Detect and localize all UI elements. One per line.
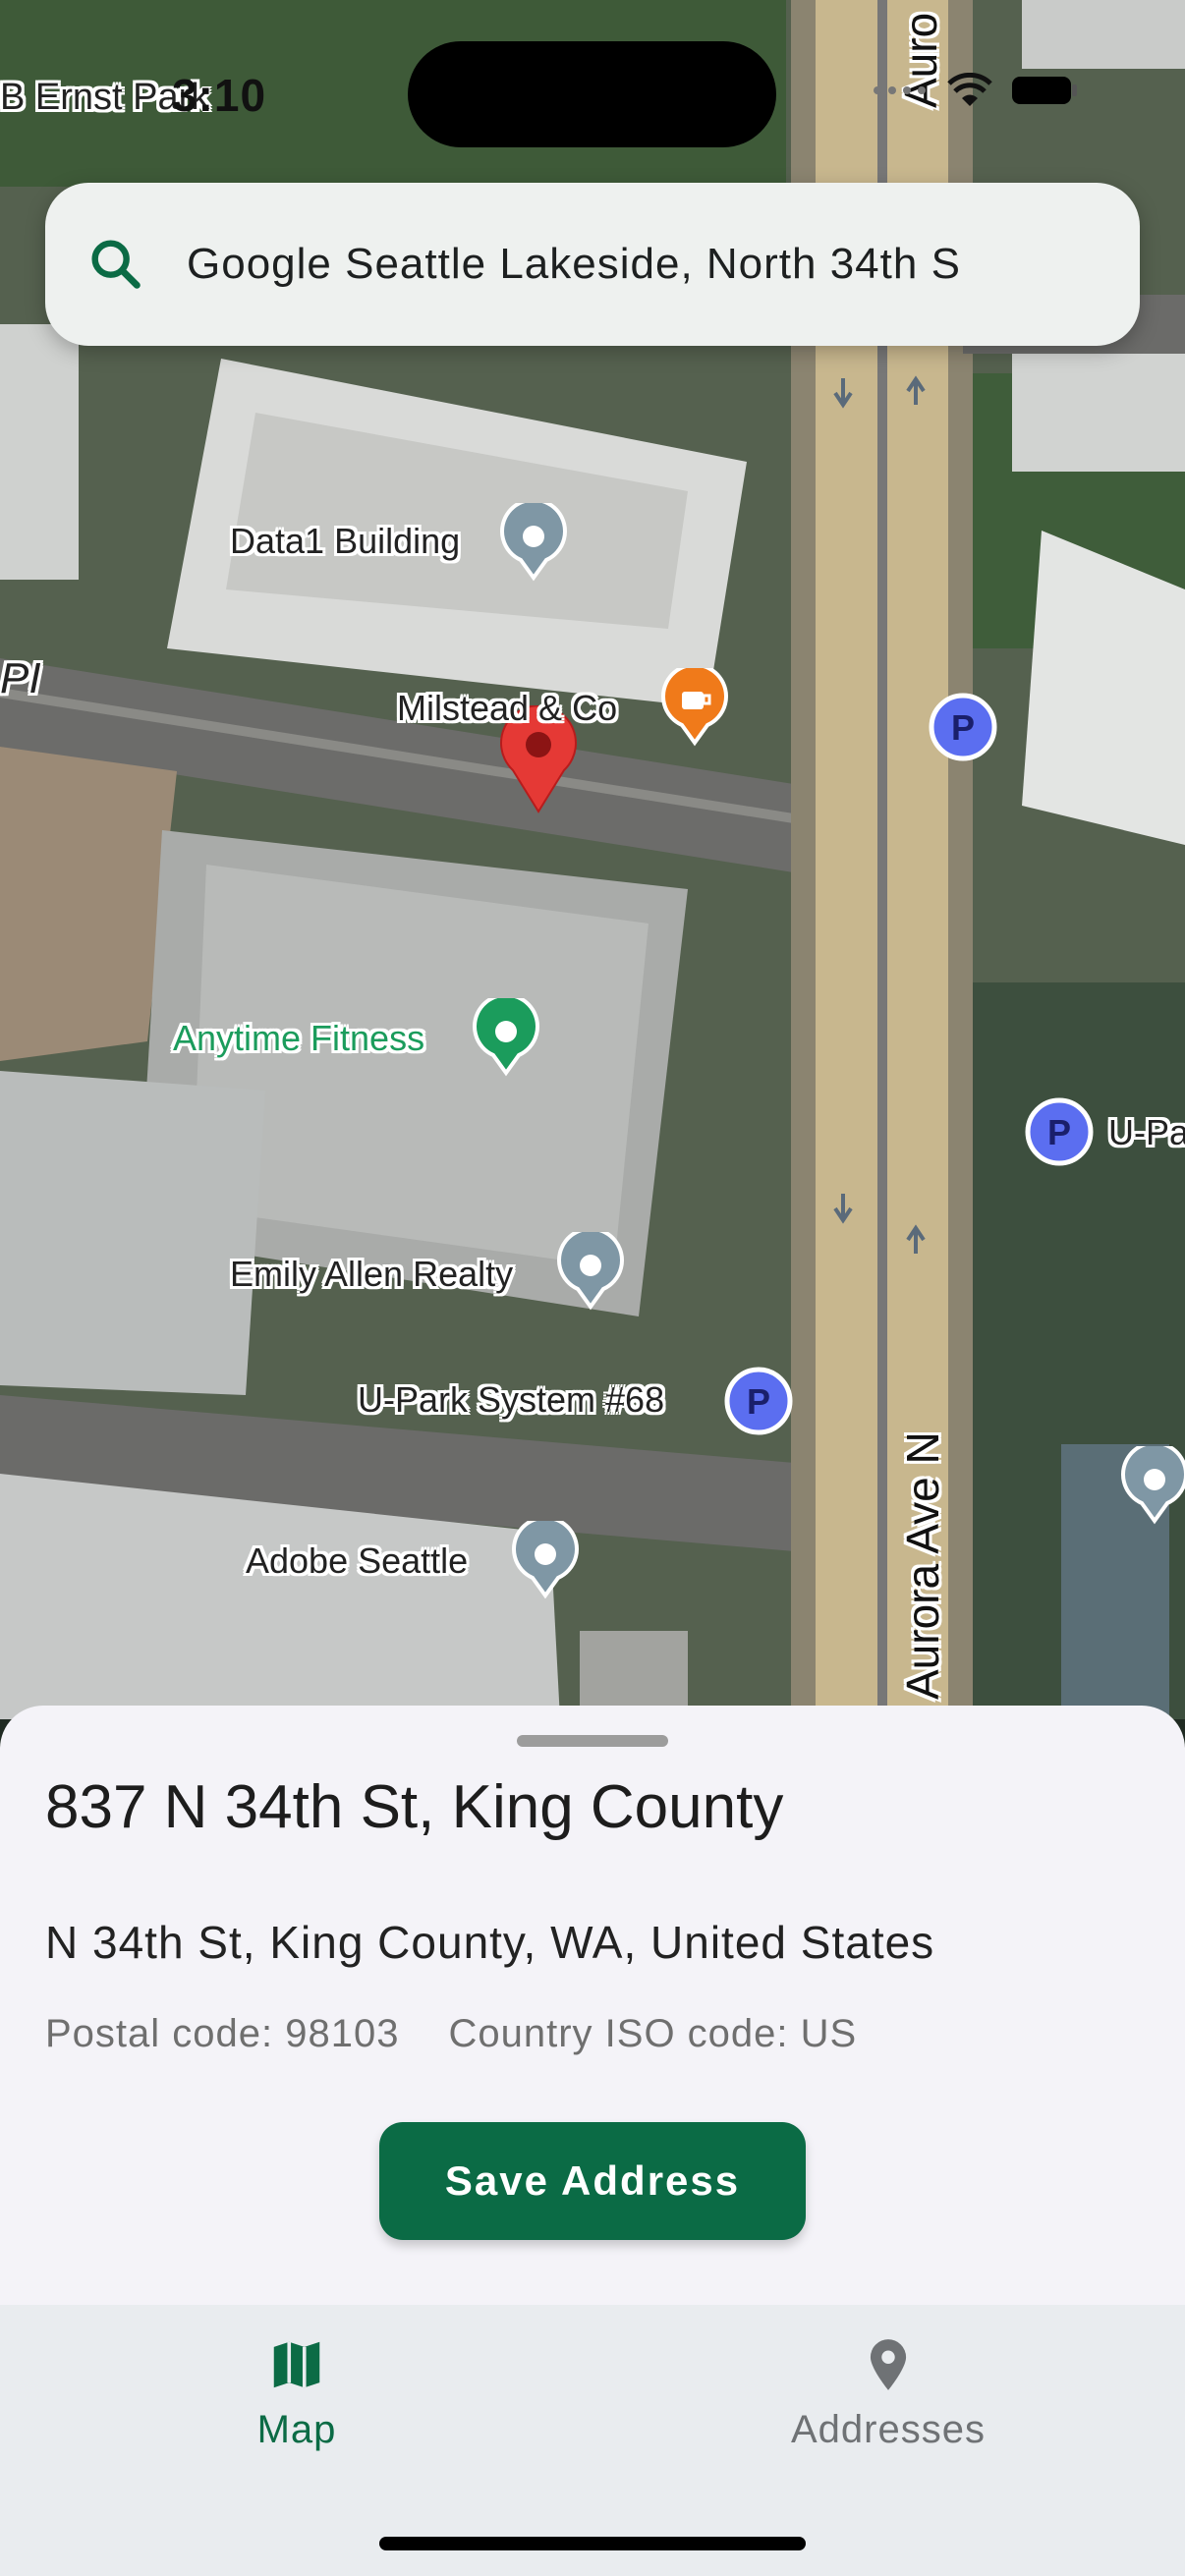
- status-icons: [873, 73, 1077, 108]
- poi-marker-right-edge[interactable]: [1120, 1446, 1185, 1525]
- bottom-navigation: Map Addresses: [0, 2305, 1185, 2576]
- svg-text:P: P: [747, 1381, 770, 1422]
- poi-marker-data1[interactable]: [499, 503, 568, 582]
- map-label-anytime-fitness: Anytime Fitness: [173, 1018, 425, 1058]
- map-label-milstead: Milstead & Co: [397, 688, 618, 728]
- wifi-icon: [947, 73, 992, 106]
- address-sheet: 837 N 34th St, King County N 34th St, Ki…: [0, 1706, 1185, 2305]
- save-address-button[interactable]: Save Address: [379, 2122, 806, 2240]
- nav-item-map[interactable]: Map: [149, 2334, 444, 2452]
- address-title: 837 N 34th St, King County: [45, 1773, 784, 1841]
- map-label-adobe: Adobe Seattle: [246, 1540, 469, 1581]
- poi-marker-anytime-fitness[interactable]: [472, 998, 540, 1077]
- signal-icon: [874, 86, 926, 94]
- svg-text:P: P: [951, 707, 975, 748]
- country-iso-code: Country ISO code: US: [448, 2012, 858, 2055]
- status-bar: 3:10: [0, 0, 1185, 187]
- map-label-upark: U-Park System #68: [358, 1379, 665, 1420]
- map-icon: [273, 2341, 320, 2388]
- nav-item-addresses[interactable]: Addresses: [741, 2334, 1036, 2452]
- road-label-aurora: Aurora Ave N: [897, 1431, 948, 1700]
- map-label-data1: Data1 Building: [230, 521, 461, 561]
- location-pin-icon: [870, 2339, 907, 2390]
- dynamic-island: [408, 41, 776, 147]
- status-time: 3:10: [172, 70, 267, 121]
- poi-marker-milstead[interactable]: [660, 668, 729, 747]
- svg-text:P: P: [1047, 1112, 1071, 1152]
- poi-marker-emily-allen[interactable]: [556, 1232, 625, 1311]
- postal-code: Postal code: 98103: [45, 2012, 400, 2055]
- address-meta: Postal code: 98103 Country ISO code: US: [45, 2012, 857, 2056]
- nav-label-map: Map: [256, 2408, 337, 2451]
- poi-marker-adobe[interactable]: [511, 1521, 580, 1599]
- search-bar[interactable]: [45, 183, 1140, 346]
- battery-icon: [1012, 77, 1077, 104]
- address-subtitle: N 34th St, King County, WA, United State…: [45, 1917, 935, 1968]
- parking-icon[interactable]: P: [928, 692, 998, 762]
- map-label-emily-allen: Emily Allen Realty: [230, 1254, 514, 1294]
- nav-label-addresses: Addresses: [791, 2408, 986, 2451]
- map-label-upa: U-Pa: [1108, 1112, 1185, 1152]
- search-icon: [91, 240, 141, 289]
- search-input[interactable]: [185, 239, 1093, 290]
- parking-icon[interactable]: P: [1024, 1096, 1095, 1167]
- sheet-drag-handle[interactable]: [517, 1735, 668, 1747]
- parking-icon[interactable]: P: [723, 1366, 794, 1436]
- home-indicator: [379, 2537, 806, 2550]
- road-label-pl: PI: [0, 654, 41, 702]
